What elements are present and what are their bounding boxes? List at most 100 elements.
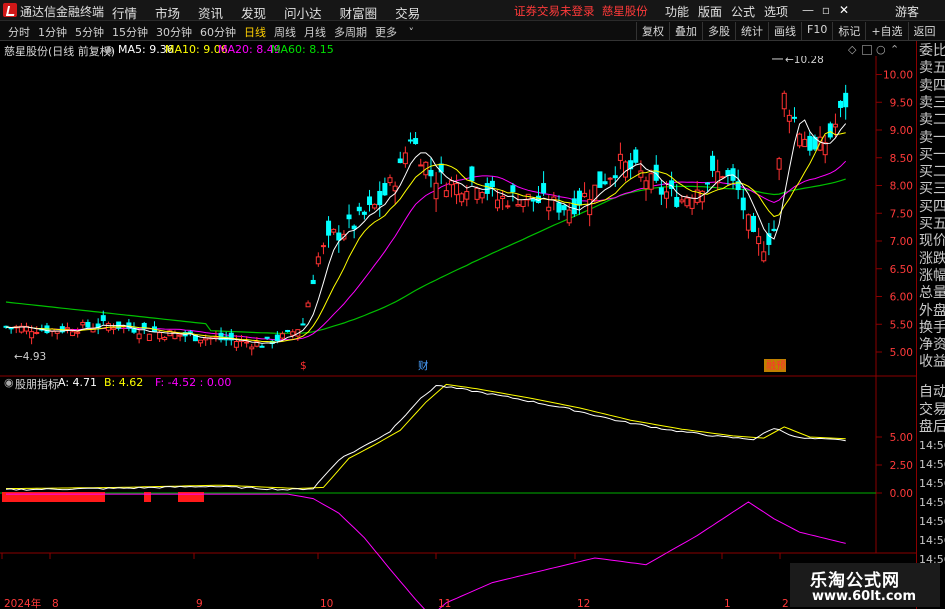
tab-more[interactable]: 更多 ˅ <box>375 24 422 40</box>
candle-body <box>80 321 86 326</box>
candlesticks <box>3 84 849 356</box>
tab-timeshare[interactable]: 分时 <box>8 24 30 40</box>
price-tick-label: 6.00 <box>890 292 913 304</box>
trade-login-status: 证券交易未登录 <box>514 4 595 18</box>
tab-weekly[interactable]: 周线 <box>274 24 296 40</box>
tab-30min[interactable]: 30分钟 <box>156 24 192 40</box>
trade-label[interactable]: 盘后 <box>919 419 945 436</box>
minimize-icon[interactable]: — <box>800 2 816 18</box>
candle-body <box>469 166 475 182</box>
restore-icon[interactable]: ▫ <box>818 2 834 18</box>
candle-body <box>233 340 239 348</box>
candle-body <box>832 123 838 128</box>
menu-wealth[interactable]: 财富圈 <box>340 3 378 22</box>
tool-overlay[interactable]: 叠加 <box>669 22 702 40</box>
date-tick-label: 10 <box>320 598 333 609</box>
price-tick-label: 7.50 <box>890 208 913 220</box>
candle-body <box>756 236 762 245</box>
candle-body <box>402 152 408 165</box>
menu-options[interactable]: 选项 <box>764 3 788 20</box>
tool-mark[interactable]: 标记 <box>832 22 865 40</box>
window-icon[interactable] <box>862 45 872 55</box>
close-icon[interactable]: ✕ <box>836 2 852 18</box>
candle-body <box>326 220 332 236</box>
tab-60min[interactable]: 60分钟 <box>200 24 236 40</box>
menu-discover[interactable]: 发现 <box>241 3 266 22</box>
app-logo-icon <box>3 3 17 17</box>
menu-trade[interactable]: 交易 <box>395 3 420 22</box>
candle-body <box>582 192 588 198</box>
tick-time: 14:56 <box>919 534 945 547</box>
candle-body <box>203 337 209 341</box>
candle-body <box>213 336 219 339</box>
quote-label: 涨跌 <box>919 250 945 267</box>
scroll-up-icon[interactable]: ⌃ <box>890 43 899 56</box>
quote-label: 现价 <box>919 233 945 250</box>
quote-label: 换手 <box>919 319 945 336</box>
quote-label: 外盘 <box>919 302 945 319</box>
candle-body <box>172 332 178 340</box>
trade-label[interactable]: 交易 <box>919 402 945 419</box>
candle-body <box>761 251 767 262</box>
candle-body <box>387 177 393 184</box>
menu-ask[interactable]: 问小达 <box>284 3 322 22</box>
candle-body <box>336 232 342 241</box>
tab-daily[interactable]: 日线 <box>244 24 266 40</box>
candle-body <box>162 336 168 340</box>
title-bar: 通达信金融终端 行情 市场 资讯 发现 问小达 财富圈 交易 证券交易未登录 慈… <box>0 0 945 21</box>
candle-body <box>710 155 716 171</box>
chevron-down-icon: ˅ <box>405 26 414 39</box>
tab-multi-period[interactable]: 多周期 <box>334 24 367 40</box>
tool-add-watchlist[interactable]: +自选 <box>865 22 907 40</box>
candle-body <box>361 211 367 215</box>
candle-body <box>576 190 582 206</box>
candle-body <box>633 149 639 163</box>
tab-5min[interactable]: 5分钟 <box>75 24 104 40</box>
candle-body <box>648 173 654 190</box>
diamond-icon[interactable]: ◇ <box>848 43 856 56</box>
candle-body <box>612 175 618 179</box>
quote-label: 净资 <box>919 337 945 354</box>
candle-body <box>771 228 777 231</box>
candle-body <box>623 161 629 178</box>
tab-1min[interactable]: 1分钟 <box>38 24 67 40</box>
candle-body <box>704 182 710 185</box>
quote-side-panel: 委比 卖五 卖四 卖三 卖二 卖一 买一 买二 买三 买四 买五 现价 涨跌 涨幅 总量 外盘 换手 净资 收益 自动… <box>916 41 945 609</box>
tab-15min[interactable]: 15分钟 <box>112 24 148 40</box>
tool-multi-stock[interactable]: 多股 <box>702 22 735 40</box>
menu-market[interactable]: 市场 <box>155 3 180 22</box>
settings-circle-icon[interactable]: ◉ <box>104 43 114 56</box>
candle-body <box>320 245 326 248</box>
app-title: 通达信金融终端 <box>20 5 105 19</box>
menu-formula[interactable]: 公式 <box>731 3 755 20</box>
kline-chart[interactable]: 10.009.509.008.508.007.507.006.506.005.5… <box>0 56 945 609</box>
candle-body <box>433 182 439 200</box>
candle-body <box>418 164 424 167</box>
circle-icon[interactable]: ○ <box>876 43 886 56</box>
candle-body <box>607 177 613 180</box>
menu-news[interactable]: 资讯 <box>198 3 223 22</box>
trade-label[interactable]: 自动 <box>919 384 945 401</box>
menu-market-quotes[interactable]: 行情 <box>112 3 137 22</box>
candle-body <box>474 187 480 200</box>
low-price-label: ←4.93 <box>14 351 46 363</box>
candle-body <box>274 334 280 342</box>
price-tick-label: 8.00 <box>890 181 913 193</box>
login-status[interactable]: 证券交易未登录 慈星股份 <box>514 3 648 19</box>
tab-monthly[interactable]: 月线 <box>304 24 326 40</box>
price-tick-label: 10.00 <box>883 70 913 82</box>
candle-body <box>786 114 792 122</box>
menu-layout[interactable]: 版面 <box>698 3 722 20</box>
candle-body <box>290 331 296 336</box>
tool-restore-rights[interactable]: 复权 <box>636 22 669 40</box>
guest-user[interactable]: 游客 <box>895 3 919 20</box>
tool-f10[interactable]: F10 <box>801 22 832 40</box>
period-toolbar: 分时 1分钟 5分钟 15分钟 30分钟 60分钟 日线 周线 月线 多周期 更… <box>0 21 945 41</box>
candle-body <box>791 116 797 119</box>
candle-body <box>111 327 117 330</box>
candle-body <box>541 183 547 194</box>
tool-back[interactable]: 返回 <box>907 22 941 40</box>
tool-statistics[interactable]: 统计 <box>735 22 768 40</box>
menu-function[interactable]: 功能 <box>665 3 689 20</box>
tool-draw-line[interactable]: 画线 <box>768 22 801 40</box>
